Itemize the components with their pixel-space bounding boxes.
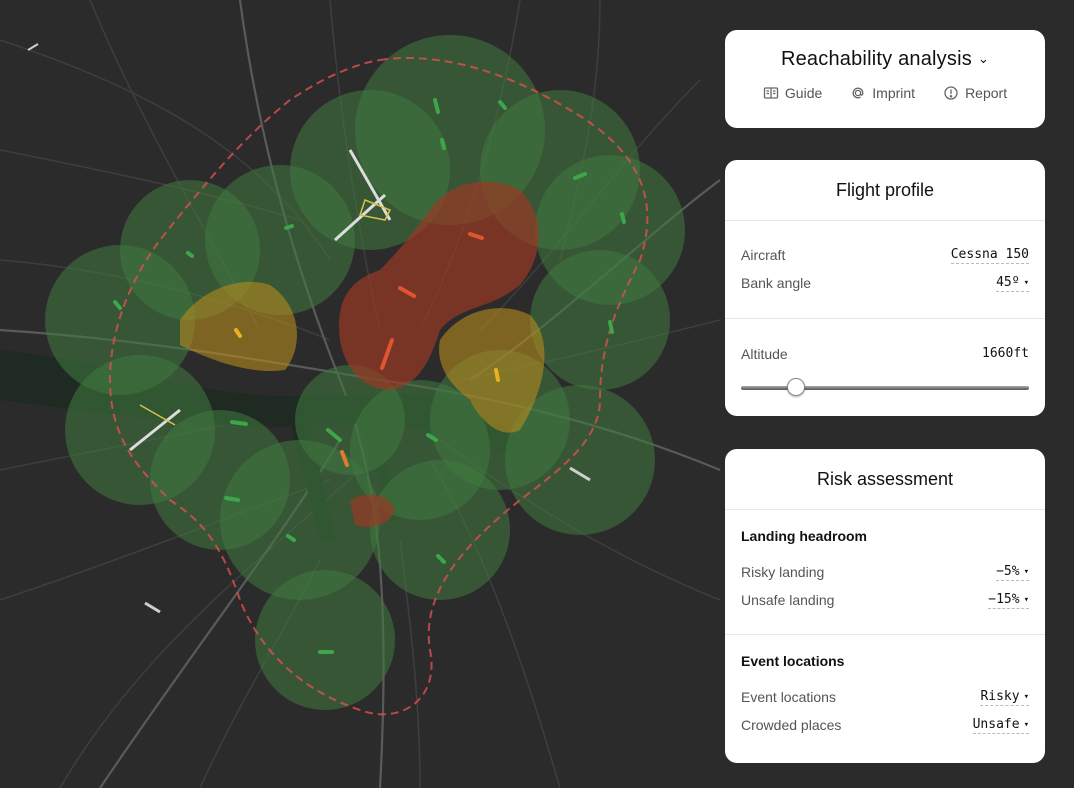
slider-thumb[interactable]	[787, 378, 805, 396]
unsafe-landing-select[interactable]: −15% ▾	[988, 592, 1029, 609]
analysis-selector[interactable]: Reachability analysis ⌄	[725, 48, 1045, 71]
risky-landing-row: Risky landing −5% ▾	[725, 558, 1045, 586]
altitude-row: Altitude 1660ft	[725, 340, 1045, 368]
aircraft-select[interactable]: Cessna 150	[950, 247, 1029, 264]
report-label: Report	[965, 85, 1008, 101]
header-panel: Reachability analysis ⌄ Guide Imprint Rep…	[725, 30, 1045, 128]
event-locations-row: Event locations Risky ▾	[725, 683, 1045, 711]
bank-angle-select[interactable]: 45º ▾	[996, 275, 1029, 292]
guide-link[interactable]: Guide	[763, 85, 822, 101]
caret-down-icon: ▾	[1023, 691, 1029, 702]
caret-down-icon: ▾	[1023, 594, 1029, 605]
imprint-link[interactable]: Imprint	[850, 85, 915, 101]
imprint-label: Imprint	[872, 85, 916, 101]
guide-label: Guide	[784, 85, 823, 101]
slider-track	[741, 386, 1029, 390]
bank-angle-row: Bank angle 45º ▾	[725, 269, 1045, 297]
runway-icon	[27, 43, 39, 51]
at-icon	[852, 87, 864, 99]
crowded-places-select[interactable]: Unsafe ▾	[972, 716, 1029, 734]
risk-assessment-title: Risk assessment	[725, 449, 1045, 510]
flight-profile-title: Flight profile	[725, 160, 1045, 221]
runway-icon	[144, 601, 161, 614]
chevron-down-icon: ⌄	[977, 51, 990, 66]
unsafe-landing-value: −15%	[988, 591, 1020, 607]
header-links: Guide Imprint Report	[725, 85, 1045, 101]
report-link[interactable]: Report	[943, 85, 1007, 101]
aircraft-label: Aircraft	[741, 247, 786, 263]
bank-angle-value: 45º	[996, 274, 1020, 290]
landing-headroom-heading: Landing headroom	[741, 528, 867, 544]
altitude-label: Altitude	[741, 346, 788, 362]
crowded-places-label: Crowded places	[741, 717, 842, 733]
caret-down-icon: ▾	[1023, 277, 1029, 288]
unsafe-landing-label: Unsafe landing	[741, 592, 835, 608]
altitude-value: 1660ft	[982, 346, 1029, 361]
event-locations-value: Risky	[980, 688, 1020, 704]
altitude-slider[interactable]	[741, 374, 1029, 402]
risky-landing-label: Risky landing	[741, 564, 825, 580]
event-locations-label: Event locations	[741, 689, 836, 705]
caret-down-icon: ▾	[1023, 719, 1029, 730]
flight-profile-panel: Flight profile Aircraft Cessna 150 Bank …	[725, 160, 1045, 416]
event-locations-select[interactable]: Risky ▾	[980, 689, 1029, 706]
book-icon	[763, 87, 779, 99]
risky-landing-value: −5%	[996, 563, 1020, 579]
page-title: Reachability analysis	[780, 48, 972, 70]
event-locations-heading: Event locations	[741, 653, 845, 669]
crowded-places-row: Crowded places Unsafe ▾	[725, 711, 1045, 739]
risk-assessment-panel: Risk assessment Landing headroom Risky l…	[725, 449, 1045, 763]
caret-down-icon: ▾	[1023, 566, 1029, 577]
crowded-places-value: Unsafe	[972, 716, 1020, 732]
bank-angle-label: Bank angle	[741, 275, 812, 291]
aircraft-row: Aircraft Cessna 150	[725, 241, 1045, 269]
unsafe-landing-row: Unsafe landing −15% ▾	[725, 586, 1045, 614]
risky-landing-select[interactable]: −5% ▾	[996, 564, 1029, 581]
alert-circle-icon	[944, 86, 958, 100]
